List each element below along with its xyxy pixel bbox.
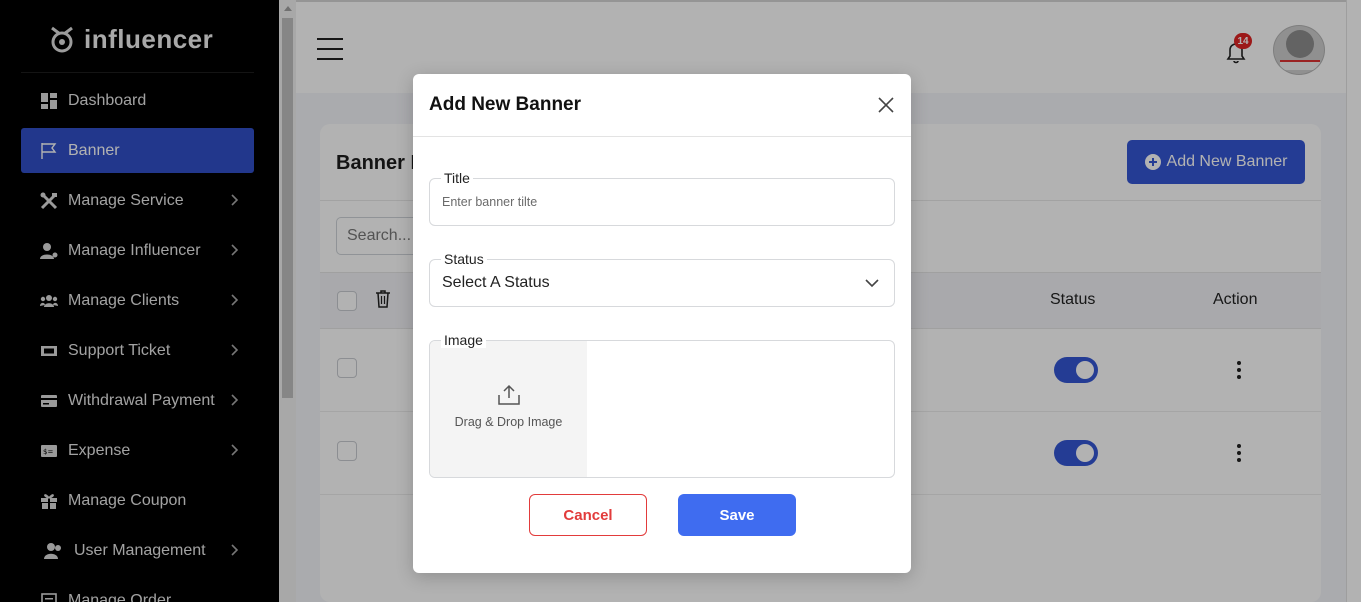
status-field-label: Status bbox=[441, 251, 487, 267]
close-icon[interactable] bbox=[877, 96, 895, 114]
chevron-down-icon bbox=[865, 279, 879, 288]
image-field: Drag & Drop Image Image bbox=[429, 332, 895, 478]
modal-title: Add New Banner bbox=[429, 94, 582, 115]
cancel-button[interactable]: Cancel bbox=[529, 494, 647, 536]
title-field[interactable]: Title Enter banner tilte bbox=[429, 170, 895, 226]
dropzone-text: Drag & Drop Image bbox=[454, 415, 563, 429]
title-field-label: Title bbox=[441, 170, 473, 186]
upload-icon bbox=[498, 384, 520, 405]
status-selected-value: Select A Status bbox=[442, 274, 550, 291]
save-button[interactable]: Save bbox=[678, 494, 796, 536]
image-field-label: Image bbox=[441, 332, 486, 348]
status-select[interactable]: Status Select A Status bbox=[429, 251, 895, 307]
add-banner-modal: Add New Banner Title Enter banner tilte … bbox=[413, 74, 911, 573]
modal-divider bbox=[413, 136, 911, 137]
image-dropzone[interactable]: Drag & Drop Image bbox=[430, 341, 587, 477]
title-field-placeholder: Enter banner tilte bbox=[442, 195, 538, 209]
